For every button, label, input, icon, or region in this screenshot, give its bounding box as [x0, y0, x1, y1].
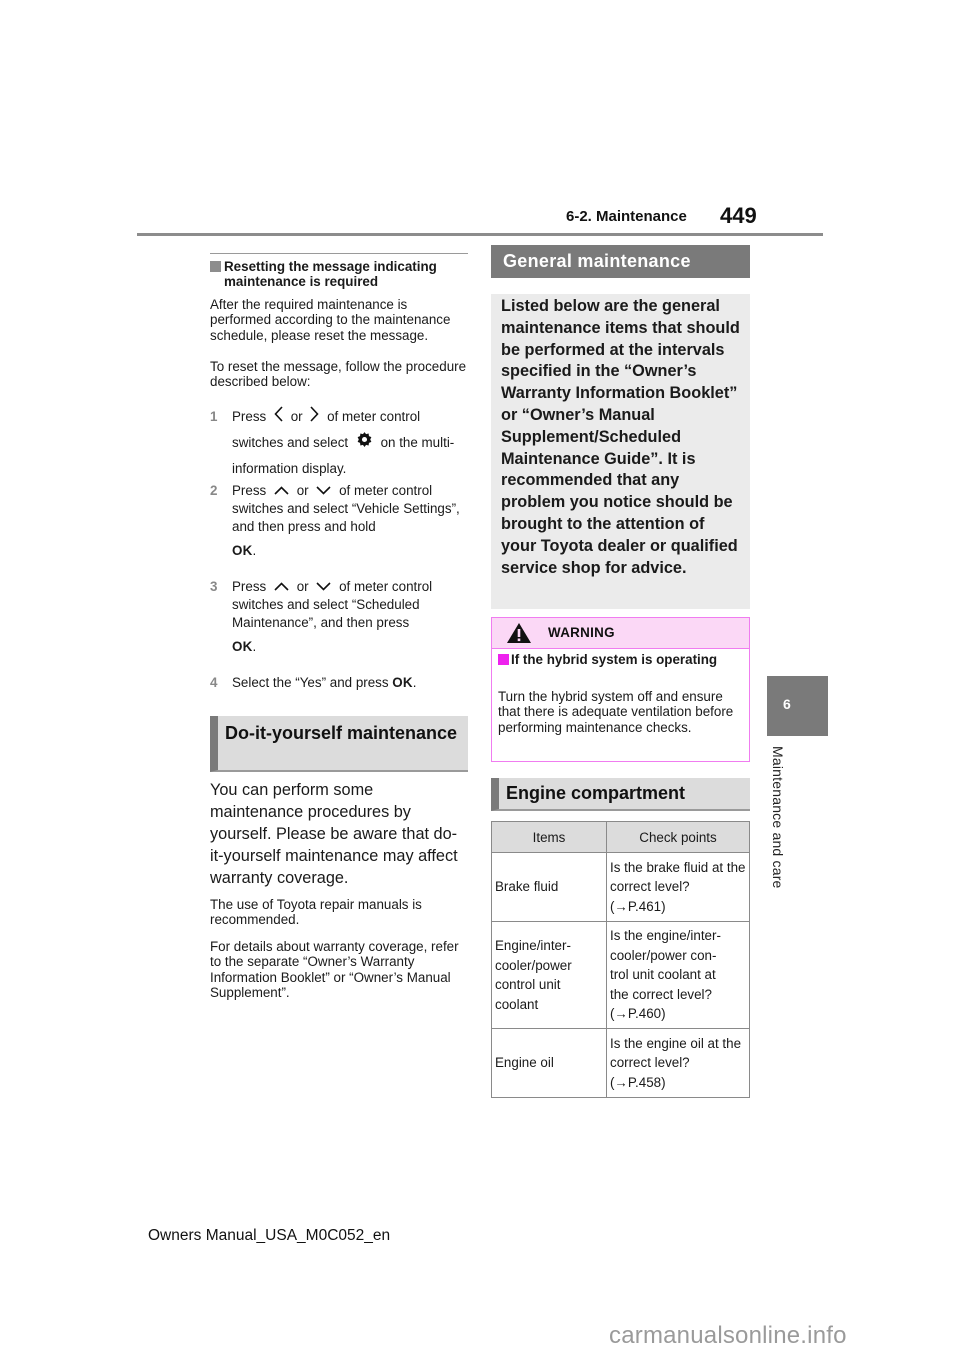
diy-paragraph-1: The use of Toyota repair manuals is reco… [210, 897, 422, 928]
subsection-heading: Resetting the message indicating mainten… [210, 259, 482, 289]
ok-button-glyph: OK [232, 639, 253, 655]
chapter-tab[interactable] [767, 676, 828, 736]
step-number: 3 [210, 579, 218, 594]
check-point-cell: Is the engine/inter- cooler/power con- t… [606, 921, 750, 1029]
watermark: carmanualsonline.info [609, 1322, 847, 1349]
warning-header: WARNING [492, 618, 749, 649]
step-text: of meter control switches and select “Ve… [232, 483, 460, 535]
step-number: 2 [210, 483, 218, 498]
engine-compartment-table: Items Check points Brake fluid Is the br… [491, 821, 750, 1098]
step-4: 4 Select the “Yes” and press OK. [210, 674, 468, 692]
chevron-up-icon [274, 482, 289, 500]
diy-heading: Do-it-yourself maintenance [210, 716, 468, 772]
step-text: or [296, 483, 309, 498]
step-text: or [290, 409, 303, 424]
warning-title: WARNING [548, 625, 615, 640]
chapter-title: Maintenance and care [770, 746, 786, 889]
column-header: Check points [606, 821, 750, 853]
step-text: Press [232, 409, 267, 424]
square-bullet-icon [498, 654, 509, 665]
general-maintenance-summary: Listed below are the general maintenance… [491, 294, 750, 609]
subsection-divider [210, 253, 468, 254]
step-number: 4 [210, 675, 218, 690]
step-text: . [412, 675, 417, 690]
step-text: Press [232, 579, 267, 594]
chevron-right-icon [310, 405, 319, 431]
warning-triangle-icon [506, 622, 532, 649]
diy-paragraph-2: For details about warranty coverage, ref… [210, 939, 459, 1001]
step-1: 1 Press or of meter control switches and… [210, 404, 468, 482]
warning-text: Turn the hybrid system off and ensure th… [498, 689, 734, 735]
chevron-left-icon [274, 405, 283, 431]
step-3: 3 Press or of meter control switches and… [210, 578, 468, 656]
warning-subheading: If the hybrid system is operating [498, 652, 756, 667]
column-header: Items [491, 821, 607, 853]
item-cell: Engine/inter- cooler/power control unit … [491, 921, 607, 1029]
check-point-cell: Is the engine oil at the correct level? … [606, 1028, 750, 1098]
step-text: Press [232, 483, 267, 498]
general-maintenance-heading: General maintenance [491, 245, 750, 278]
step-text: . [252, 543, 257, 559]
manual-id-footer: Owners Manual_USA_M0C052_en [148, 1227, 391, 1244]
header-divider [137, 233, 823, 236]
chapter-number: 6 [783, 696, 791, 712]
ok-button-glyph: OK [232, 543, 253, 559]
intro-paragraph-1: After the required maintenance is perfor… [210, 297, 451, 343]
diy-lead-paragraph: You can perform some maintenance procedu… [210, 781, 458, 887]
step-text: . [252, 639, 257, 655]
square-bullet-icon [210, 261, 221, 272]
step-2: 2 Press or of meter control switches and… [210, 482, 468, 560]
check-point-cell: Is the brake fluid at the correct level?… [606, 852, 750, 922]
section-title: 6-2. Maintenance [566, 208, 687, 225]
step-text: Select the “Yes” and press [232, 675, 389, 690]
item-cell: Brake fluid [491, 852, 607, 922]
warning-box: WARNING If the hybrid system is operatin… [491, 617, 750, 762]
table-header-row: Items Check points [491, 821, 750, 853]
chevron-down-icon [316, 578, 331, 596]
intro-paragraph-2: To reset the message, follow the procedu… [210, 359, 467, 390]
gear-icon [356, 431, 373, 457]
table-row: Engine oil Is the engine oil at the corr… [491, 1028, 750, 1098]
warning-subheading-text: If the hybrid system is operating [511, 652, 718, 667]
chevron-down-icon [316, 482, 331, 500]
ok-button-glyph: OK [392, 675, 413, 690]
page-number: 449 [720, 203, 757, 228]
step-number: 1 [210, 409, 218, 424]
engine-compartment-heading: Engine compartment [491, 778, 750, 811]
item-cell: Engine oil [491, 1028, 607, 1098]
step-text: or [296, 579, 309, 594]
table-row: Brake fluid Is the brake fluid at the co… [491, 852, 750, 922]
table-row: Engine/inter- cooler/power control unit … [491, 921, 750, 1029]
subsection-heading-text: Resetting the message indicating mainten… [224, 259, 437, 289]
chevron-up-icon [274, 578, 289, 596]
